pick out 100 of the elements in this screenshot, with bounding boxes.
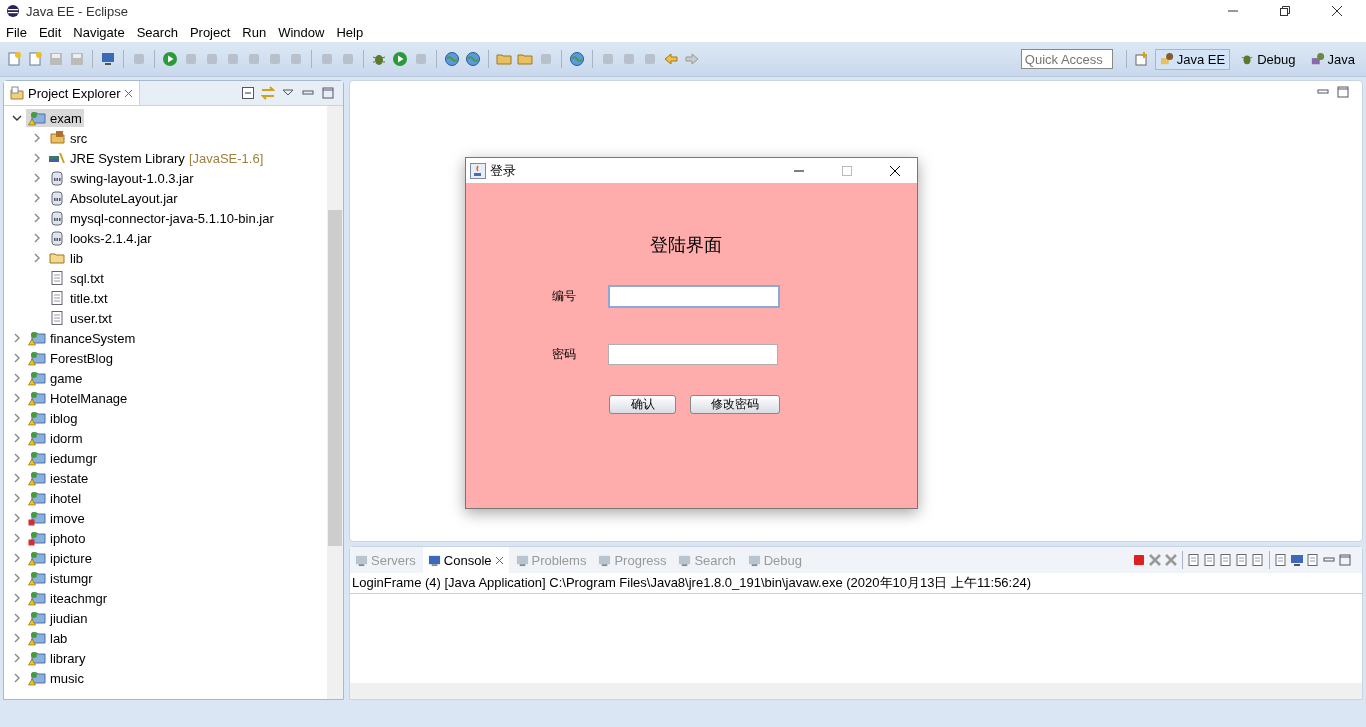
tree-item[interactable]: swing-layout-1.0.3.jar	[46, 169, 196, 187]
collapsed-chevron-icon[interactable]	[32, 253, 42, 263]
collapsed-chevron-icon[interactable]	[12, 673, 22, 683]
open-perspective-icon[interactable]	[1133, 51, 1150, 67]
collapsed-chevron-icon[interactable]	[12, 353, 22, 363]
collapsed-chevron-icon[interactable]	[12, 653, 22, 663]
collapsed-chevron-icon[interactable]	[12, 573, 22, 583]
menu-item[interactable]: Run	[242, 24, 267, 40]
document-icon[interactable]	[1251, 553, 1265, 567]
terminate-icon[interactable]	[1132, 553, 1146, 567]
tree-item[interactable]: ihotel	[26, 489, 84, 507]
collapsed-chevron-icon[interactable]	[32, 133, 42, 143]
restore-icon[interactable]	[1280, 6, 1290, 16]
menu-item[interactable]: Project	[189, 24, 231, 40]
tree-item[interactable]: lab	[26, 629, 70, 647]
perspective-tab[interactable]: Java EE	[1154, 48, 1231, 70]
view-tab[interactable]: Console	[422, 547, 509, 573]
tree-item[interactable]: istumgr	[26, 569, 95, 587]
perspective-tab[interactable]: Java	[1305, 48, 1360, 70]
tree-item[interactable]: idorm	[26, 429, 85, 447]
vertical-scrollbar[interactable]	[327, 106, 343, 699]
input-field[interactable]	[608, 344, 778, 365]
perspective-tab[interactable]: Debug	[1235, 48, 1301, 70]
tree-item[interactable]: iedumgr	[26, 449, 99, 467]
document-icon[interactable]	[1306, 553, 1320, 567]
collapsed-chevron-icon[interactable]	[12, 553, 22, 563]
tree-item[interactable]: iblog	[26, 409, 80, 427]
tree-item[interactable]: HotelManage	[26, 389, 130, 407]
tree-item[interactable]: title.txt	[46, 289, 110, 307]
maximize-icon[interactable]	[1336, 85, 1350, 99]
quick-access-field[interactable]: Quick Access	[1020, 49, 1113, 69]
tree-item[interactable]: iphoto	[26, 529, 88, 547]
globe-icon[interactable]	[444, 51, 460, 67]
collapsed-chevron-icon[interactable]	[32, 213, 42, 223]
collapsed-chevron-icon[interactable]	[12, 373, 22, 383]
tree-item[interactable]: looks-2.1.4.jar	[46, 229, 154, 247]
maximize-icon[interactable]	[321, 86, 335, 100]
collapse-all-icon[interactable]	[241, 86, 255, 100]
panel-tab[interactable]: Project Explorer	[4, 81, 141, 105]
dialog-button[interactable]: 确认	[609, 395, 676, 414]
tree-item[interactable]: game	[26, 369, 85, 387]
monitor-icon[interactable]	[100, 51, 116, 67]
collapsed-chevron-icon[interactable]	[12, 513, 22, 523]
close-icon[interactable]	[889, 164, 901, 177]
forward-arrow-icon[interactable]	[684, 51, 700, 67]
link-arrows-icon[interactable]	[261, 86, 275, 100]
menu-item[interactable]: Navigate	[73, 24, 125, 40]
collapsed-chevron-icon[interactable]	[12, 453, 22, 463]
tree-item[interactable]: jiudian	[26, 609, 90, 627]
run-icon[interactable]	[392, 51, 408, 67]
collapsed-chevron-icon[interactable]	[12, 633, 22, 643]
folder-icon[interactable]	[517, 51, 533, 67]
collapsed-chevron-icon[interactable]	[32, 173, 42, 183]
maximize-icon[interactable]	[1338, 553, 1352, 567]
tree-item[interactable]: music	[26, 669, 86, 687]
tree-item[interactable]: iestate	[26, 469, 91, 487]
new-file-icon[interactable]	[6, 51, 22, 67]
collapsed-chevron-icon[interactable]	[12, 613, 22, 623]
menu-item[interactable]: Help	[336, 24, 364, 40]
tree-item[interactable]: ForestBlog	[26, 349, 115, 367]
globe-icon[interactable]	[569, 51, 585, 67]
collapsed-chevron-icon[interactable]	[32, 233, 42, 243]
document-icon[interactable]	[1203, 553, 1217, 567]
collapsed-chevron-icon[interactable]	[32, 193, 42, 203]
menu-item[interactable]: Window	[278, 24, 325, 40]
tree-item[interactable]: sql.txt	[46, 269, 106, 287]
horizontal-scrollbar[interactable]	[350, 683, 1362, 699]
globe-icon[interactable]	[465, 51, 481, 67]
collapsed-chevron-icon[interactable]	[12, 593, 22, 603]
tree-item[interactable]: imove	[26, 509, 87, 527]
close-icon[interactable]	[1332, 6, 1342, 16]
document-icon[interactable]	[1274, 553, 1288, 567]
collapsed-chevron-icon[interactable]	[12, 473, 22, 483]
tree-item[interactable]: lib	[46, 249, 85, 267]
monitor-icon[interactable]	[1290, 553, 1304, 567]
menu-item[interactable]: Edit	[38, 24, 62, 40]
tree-item[interactable]: financeSystem	[26, 329, 138, 347]
collapsed-chevron-icon[interactable]	[32, 153, 42, 163]
tree-item[interactable]: ipicture	[26, 549, 94, 567]
collapsed-chevron-icon[interactable]	[12, 413, 22, 423]
tree-item[interactable]: iteachmgr	[26, 589, 110, 607]
document-icon[interactable]	[1219, 553, 1233, 567]
input-field[interactable]	[608, 285, 780, 308]
remove-icon[interactable]	[1148, 553, 1162, 567]
back-arrow-icon[interactable]	[663, 51, 679, 67]
tree-item[interactable]: mysql-connector-java-5.1.10-bin.jar	[46, 209, 276, 227]
run-icon[interactable]	[162, 51, 178, 67]
remove-icon[interactable]	[1164, 553, 1178, 567]
collapsed-chevron-icon[interactable]	[12, 493, 22, 503]
document-icon[interactable]	[1187, 553, 1201, 567]
new-file-icon[interactable]	[27, 51, 43, 67]
collapsed-chevron-icon[interactable]	[12, 433, 22, 443]
collapsed-chevron-icon[interactable]	[12, 393, 22, 403]
document-icon[interactable]	[1235, 553, 1249, 567]
expanded-chevron-icon[interactable]	[12, 113, 22, 123]
menu-item[interactable]: File	[6, 24, 27, 40]
tree-item[interactable]: AbsoluteLayout.jar	[46, 189, 180, 207]
tree-item[interactable]: library	[26, 649, 88, 667]
collapsed-chevron-icon[interactable]	[12, 533, 22, 543]
folder-icon[interactable]	[496, 51, 512, 67]
